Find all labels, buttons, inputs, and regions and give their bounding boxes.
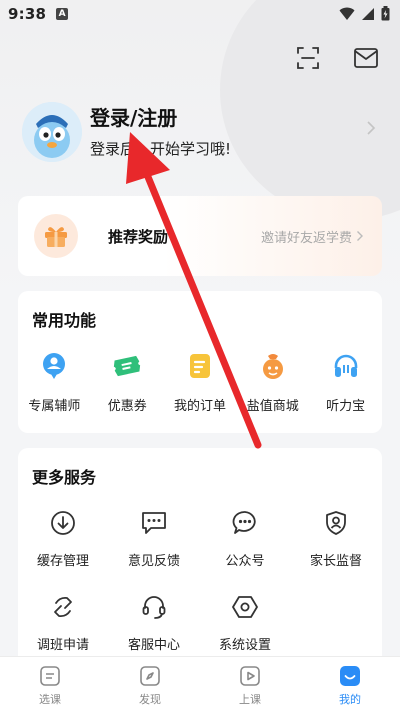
func-label: 盐值商城: [246, 399, 299, 414]
nav-tab-mine[interactable]: 我的: [300, 657, 400, 712]
svc-label: 客服中心: [127, 638, 180, 653]
chat-bubble-icon: [232, 511, 256, 534]
func-label: 我的订单: [173, 399, 226, 414]
more-services-card: 更多服务 缓存管理 意见反馈 公众号 家长监督 调班申请 客服中心 系统设置: [18, 448, 382, 668]
svc-parent-supervision[interactable]: 家长监督: [291, 508, 381, 569]
func-label: 听力宝: [326, 399, 366, 414]
nav-tab-courses[interactable]: 选课: [0, 657, 100, 712]
func-label: 优惠券: [107, 399, 147, 414]
svc-customer-service[interactable]: 客服中心: [109, 592, 199, 653]
order-icon: [189, 354, 210, 378]
svc-label: 公众号: [225, 554, 265, 569]
tutor-icon: [43, 353, 66, 379]
func-mall[interactable]: 盐值商城: [236, 351, 309, 414]
nav-label: 发现: [139, 693, 161, 706]
login-register-title[interactable]: 登录/注册: [90, 105, 231, 131]
status-bar: 9:38 A: [0, 0, 400, 28]
course-select-icon: [40, 666, 60, 686]
signal-icon: [362, 7, 374, 20]
svc-system-settings[interactable]: 系统设置: [200, 592, 290, 653]
status-time: 9:38: [8, 5, 47, 23]
headset-icon: [142, 596, 166, 619]
func-label: 专属辅师: [28, 399, 81, 414]
chevron-right-icon: [367, 121, 376, 135]
wifi-icon: [339, 7, 355, 20]
invite-label: 邀请好友返学费: [260, 230, 352, 246]
scan-button[interactable]: [294, 44, 322, 72]
gift-icon-wrap: [34, 214, 78, 258]
svc-cache[interactable]: 缓存管理: [18, 508, 108, 569]
common-functions-row: 专属辅师 优惠券 我的订单 盐值商城 听力宝: [18, 351, 382, 414]
shield-user-icon: [326, 511, 346, 535]
feedback-icon: [142, 512, 166, 534]
download-icon: [51, 511, 75, 535]
reward-card[interactable]: 推荐奖励 邀请好友返学费: [18, 196, 382, 276]
mail-icon: [354, 48, 378, 68]
hexagon-settings-icon: [232, 596, 258, 618]
profile-face-icon: [340, 666, 360, 686]
svc-label: 调班申请: [36, 638, 89, 653]
headphones-icon: [334, 354, 357, 377]
play-icon: [240, 666, 260, 686]
notification-a-icon: A: [56, 8, 69, 20]
nav-label: 我的: [339, 693, 361, 706]
svc-label: 家长监督: [309, 554, 362, 569]
func-order[interactable]: 我的订单: [164, 351, 237, 414]
mascot-avatar-icon: [22, 102, 82, 162]
nav-label: 上课: [239, 693, 261, 706]
svc-label: 系统设置: [218, 638, 271, 653]
common-functions-title: 常用功能: [32, 311, 97, 330]
login-subtitle: 登录后，开始学习哦!: [90, 140, 232, 158]
nav-tab-discover[interactable]: 发现: [100, 657, 200, 712]
bottom-nav: 选课 发现 上课 我的: [0, 656, 400, 712]
svc-official-account[interactable]: 公众号: [200, 508, 290, 569]
chevron-right-icon: [357, 231, 363, 241]
coupon-icon: [114, 355, 141, 377]
more-services-title: 更多服务: [32, 468, 97, 487]
avatar[interactable]: [22, 102, 82, 162]
profile-text: 登录/注册 登录后，开始学习哦!: [90, 105, 231, 159]
scan-icon: [297, 47, 319, 69]
profile-login-area[interactable]: 登录/注册 登录后，开始学习哦!: [22, 98, 382, 166]
nav-tab-class[interactable]: 上课: [200, 657, 300, 712]
status-right-icons: [339, 6, 390, 21]
common-functions-card: 常用功能 专属辅师 优惠券 我的订单 盐值商城 听力宝: [18, 291, 382, 433]
compass-icon: [140, 666, 160, 686]
svc-label: 意见反馈: [127, 554, 180, 569]
func-listening[interactable]: 听力宝: [309, 351, 382, 414]
func-tutor[interactable]: 专属辅师: [18, 351, 91, 414]
func-coupon[interactable]: 优惠券: [91, 351, 164, 414]
reward-title: 推荐奖励: [108, 227, 169, 246]
mall-icon: [262, 354, 283, 379]
gift-icon: [45, 227, 67, 247]
svc-label: 缓存管理: [36, 554, 89, 569]
nav-label: 选课: [39, 693, 61, 706]
svc-feedback[interactable]: 意见反馈: [109, 508, 199, 569]
top-icons: [294, 44, 380, 72]
battery-icon: [381, 6, 390, 21]
invite-friends-link[interactable]: 邀请好友返学费: [261, 227, 364, 246]
message-button[interactable]: [352, 44, 380, 72]
swap-icon: [54, 596, 72, 618]
svc-class-transfer[interactable]: 调班申请: [18, 592, 108, 653]
